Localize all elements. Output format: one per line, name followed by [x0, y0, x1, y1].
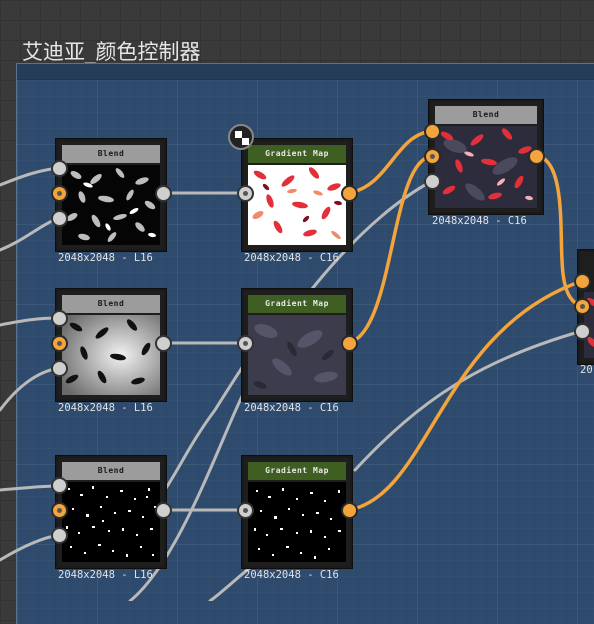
node-title: Gradient Map	[248, 462, 346, 480]
input-port-mask[interactable]	[51, 527, 68, 544]
blend-node-top[interactable]: Blend	[429, 100, 543, 214]
wire	[347, 154, 434, 345]
input-port[interactable]	[51, 160, 68, 177]
input-port-mask[interactable]	[51, 210, 68, 227]
node-resolution: 2048x2048 - L16	[58, 402, 153, 414]
output-port[interactable]	[155, 335, 172, 352]
node-resolution: 2048x2048 - C16	[244, 402, 339, 414]
node-title: Gradient Map	[248, 145, 346, 163]
blend-node-1[interactable]: Blend	[56, 139, 166, 251]
input-port[interactable]	[237, 335, 254, 352]
input-port-foreground[interactable]	[574, 273, 591, 290]
wire	[0, 533, 61, 562]
node-resolution: 20	[580, 364, 593, 376]
input-port[interactable]	[51, 310, 68, 327]
output-port[interactable]	[341, 502, 358, 519]
output-port[interactable]	[155, 185, 172, 202]
preview-thumbnail	[435, 126, 537, 208]
node-title: Blend	[62, 295, 160, 313]
output-port[interactable]	[528, 148, 545, 165]
output-port[interactable]	[155, 502, 172, 519]
wire	[353, 329, 584, 472]
node-resolution: 2048x2048 - L16	[58, 569, 153, 581]
preview-thumbnail	[62, 482, 160, 562]
input-port[interactable]	[51, 477, 68, 494]
node-resolution: 2048x2048 - C16	[244, 252, 339, 264]
output-port[interactable]	[341, 335, 358, 352]
gradient-map-node-2[interactable]: Gradient Map	[242, 289, 352, 401]
gradient-map-node-1[interactable]: Gradient Map	[242, 139, 352, 251]
input-port-mask[interactable]	[574, 323, 591, 340]
checker-badge-icon[interactable]	[228, 124, 254, 150]
node-title: Gradient Map	[248, 295, 346, 313]
wire	[0, 166, 61, 187]
node-title: Blend	[435, 106, 537, 124]
input-port[interactable]	[237, 502, 254, 519]
node-resolution: 2048x2048 - C16	[432, 215, 527, 227]
node-title: Blend	[62, 462, 160, 480]
wire	[347, 279, 584, 512]
input-port-mask[interactable]	[424, 173, 441, 190]
input-port-color[interactable]	[51, 185, 68, 202]
node-resolution: 2048x2048 - L16	[58, 252, 153, 264]
wire	[0, 366, 61, 412]
input-port-foreground[interactable]	[424, 123, 441, 140]
input-port-background[interactable]	[424, 148, 441, 165]
input-port-background[interactable]	[574, 298, 591, 315]
input-port-color[interactable]	[51, 335, 68, 352]
wire	[0, 216, 61, 252]
preview-thumbnail	[248, 165, 346, 245]
input-port[interactable]	[237, 185, 254, 202]
preview-thumbnail	[248, 315, 346, 395]
output-port[interactable]	[341, 185, 358, 202]
node-resolution: 2048x2048 - C16	[244, 569, 339, 581]
input-port-mask[interactable]	[51, 360, 68, 377]
preview-thumbnail	[62, 165, 160, 245]
blend-node-3[interactable]: Blend	[56, 456, 166, 568]
node-title: Blend	[62, 145, 160, 163]
blend-node-2[interactable]: Blend	[56, 289, 166, 401]
preview-thumbnail	[62, 315, 160, 395]
gradient-map-node-3[interactable]: Gradient Map	[242, 456, 352, 568]
input-port-color[interactable]	[51, 502, 68, 519]
preview-thumbnail	[248, 482, 346, 562]
